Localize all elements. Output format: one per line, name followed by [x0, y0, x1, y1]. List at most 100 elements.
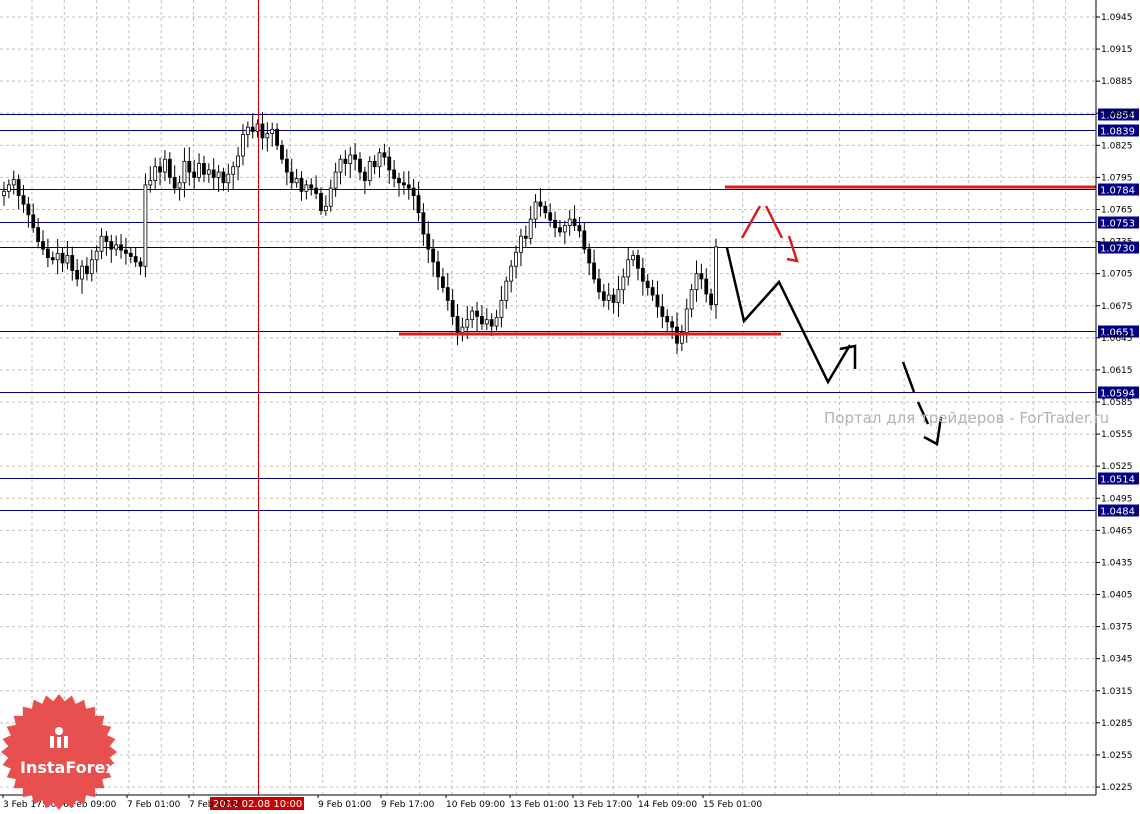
candle-body: [684, 308, 689, 333]
candle-body: [548, 212, 553, 221]
candle-body: [445, 287, 450, 301]
candle-body: [640, 267, 645, 282]
candle-body: [582, 230, 587, 250]
candle-body: [553, 219, 557, 229]
candle-body: [2, 190, 6, 196]
level-label: 1.0484: [1100, 507, 1135, 518]
candle-body: [577, 225, 582, 232]
candle-body: [650, 287, 655, 296]
price-tick-label: 1.0405: [1101, 591, 1133, 601]
candle-body: [660, 306, 665, 317]
candle-body: [114, 244, 119, 250]
candle-body: [450, 300, 455, 317]
level-label: 1.0753: [1100, 219, 1135, 230]
candle-body: [606, 294, 611, 301]
candle-body: [89, 259, 94, 275]
candle-body: [11, 179, 16, 186]
candle-body: [475, 310, 479, 317]
candle-body: [260, 123, 265, 139]
candle-body: [514, 251, 518, 267]
candle-body: [411, 187, 416, 196]
candle-body: [392, 169, 397, 179]
price-tick-label: 1.0495: [1101, 494, 1133, 504]
price-tick-label: 1.0345: [1101, 655, 1133, 665]
candle-body: [489, 319, 494, 327]
candle-body: [636, 255, 640, 269]
price-tick-label: 1.0525: [1101, 462, 1133, 472]
candle-body: [441, 276, 445, 288]
candle-body: [694, 273, 699, 291]
price-tick-label: 1.0585: [1101, 398, 1133, 408]
candle-body: [45, 248, 50, 259]
candle-body: [494, 317, 499, 327]
candle-body: [348, 154, 353, 164]
candle-body: [309, 184, 314, 189]
price-tick-label: 1.0675: [1101, 302, 1133, 312]
candle-body: [519, 235, 523, 253]
candle-body: [21, 195, 26, 205]
candle-body: [421, 212, 426, 235]
candle-body: [558, 227, 562, 233]
candle-body: [704, 278, 709, 295]
time-tick-label: 9 Feb 17:00: [381, 800, 435, 810]
candle-body: [460, 326, 465, 333]
candle-body: [241, 134, 245, 157]
candle-body: [455, 316, 460, 333]
candle-body: [538, 201, 543, 207]
candle-body: [265, 133, 270, 139]
candle-body: [36, 227, 41, 242]
candle-body: [626, 259, 631, 278]
price-tick-label: 1.0645: [1101, 334, 1133, 344]
price-tick-label: 1.0765: [1101, 206, 1133, 216]
candle-body: [426, 233, 431, 250]
level-label: 1.0784: [1100, 186, 1135, 197]
candle-body: [236, 155, 240, 168]
candle-body: [16, 179, 21, 196]
candle-body: [163, 158, 167, 173]
candle-body: [206, 169, 211, 175]
price-tick-label: 1.0435: [1101, 558, 1133, 568]
candle-body: [167, 158, 172, 178]
price-tick-label: 1.0315: [1101, 687, 1133, 697]
candle-body: [60, 252, 65, 264]
candle-body: [509, 265, 514, 282]
candle-body: [284, 158, 289, 173]
candle-body: [567, 218, 572, 226]
time-tick-label: 13 Feb 17:00: [573, 800, 632, 810]
candle-body: [211, 169, 216, 178]
price-tick-label: 1.0615: [1101, 366, 1133, 376]
price-tick-label: 1.0945: [1101, 13, 1133, 23]
candle-body: [616, 289, 621, 303]
candle-body: [631, 255, 635, 261]
level-label: 1.0514: [1100, 475, 1135, 486]
candle-body: [621, 276, 626, 291]
price-tick-label: 1.0375: [1101, 623, 1133, 633]
candle-body: [55, 252, 60, 261]
candle-body: [543, 205, 548, 214]
candle-body: [397, 178, 401, 184]
price-tick-label: 1.0885: [1101, 77, 1133, 87]
price-tick-label: 1.0555: [1101, 430, 1133, 440]
candle-body: [304, 184, 309, 192]
candle-body: [377, 152, 382, 168]
candle-body: [499, 300, 504, 318]
candle-body: [699, 273, 704, 280]
candle-body: [75, 270, 80, 280]
candle-body: [338, 158, 343, 173]
candle-body: [592, 262, 596, 280]
candle-body: [6, 184, 11, 192]
candle-body: [128, 252, 133, 257]
candle-body: [99, 235, 104, 252]
candle-body: [221, 171, 226, 184]
candle-body: [587, 248, 592, 264]
candle-body: [138, 261, 143, 267]
candle-body: [187, 160, 192, 173]
candle-body: [601, 291, 606, 301]
candle-body: [416, 195, 421, 214]
candle-body: [202, 163, 206, 175]
candle-body: [231, 166, 236, 175]
time-tick-label: 10 Feb 09:00: [446, 800, 505, 810]
candle-body: [41, 241, 45, 250]
price-tick-label: 1.0825: [1101, 141, 1133, 151]
time-tick-label: 14 Feb 09:00: [638, 800, 697, 810]
